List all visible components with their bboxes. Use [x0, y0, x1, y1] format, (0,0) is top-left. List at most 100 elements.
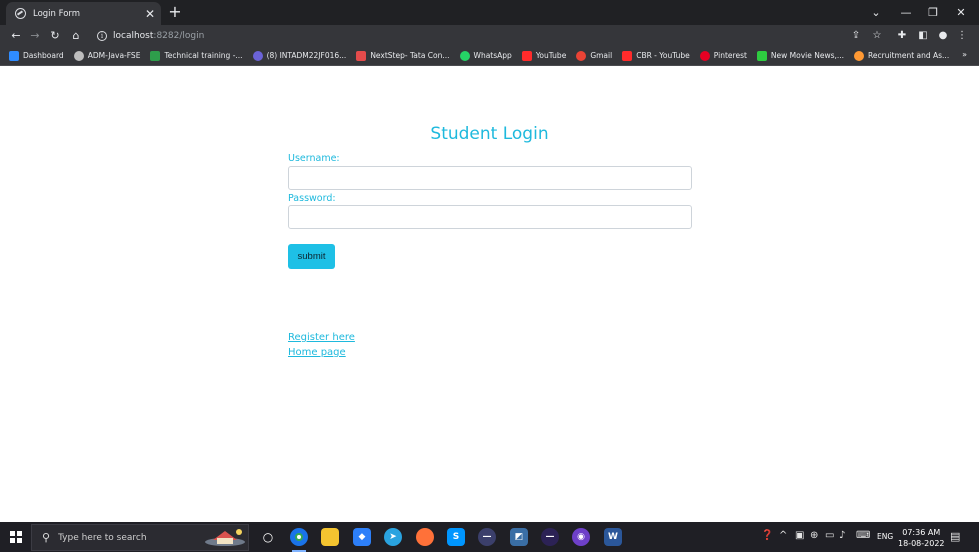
page-title: Student Login	[430, 124, 549, 144]
tab-login-form[interactable]: Login Form ✕	[6, 2, 161, 25]
clock-time: 07:36 AM	[902, 528, 941, 537]
bookmark-label: Recruitment and As...	[868, 51, 950, 60]
show-hidden-icons-chevron-icon[interactable]: ^	[779, 530, 787, 541]
system-clock[interactable]: 07:36 AM 18-08-2022	[898, 527, 945, 549]
close-tab-icon[interactable]: ✕	[145, 7, 155, 21]
menu-kebab-icon[interactable]: ⋮	[955, 28, 969, 42]
chrome-app-icon[interactable]	[290, 528, 308, 552]
bookmark-item[interactable]: Technical training -...	[150, 50, 243, 61]
tab-strip: Login Form ✕ + ⌄ — ❐ ✕	[0, 0, 979, 25]
bookmark-item[interactable]: Recruitment and As...	[854, 50, 950, 61]
bookmark-star-icon[interactable]: ☆	[870, 28, 884, 42]
restore-button[interactable]: ❐	[918, 2, 948, 22]
bookmark-label: Technical training -...	[164, 51, 243, 60]
bookmark-label: ADM-Java-FSE	[87, 51, 141, 60]
eclipse-ide-icon[interactable]: —	[541, 528, 559, 546]
bookmark-favicon-icon	[854, 50, 865, 61]
tray-app-icon[interactable]: ▣	[795, 530, 804, 541]
bookmark-favicon-icon	[9, 50, 19, 61]
network-globe-icon[interactable]: ⊕	[810, 530, 818, 541]
reload-button[interactable]: ↻	[47, 27, 63, 43]
bookmark-item[interactable]: NextStep- Tata Con...	[356, 50, 450, 61]
telegram-icon[interactable]: ➤	[384, 528, 402, 546]
help-icon[interactable]: ❓	[761, 530, 773, 541]
word-icon[interactable]: W	[604, 528, 622, 546]
username-input[interactable]	[288, 166, 692, 190]
bookmark-label: (8) INTADM22JF016...	[266, 51, 347, 60]
eclipse-icon[interactable]: —	[478, 528, 496, 546]
close-window-button[interactable]: ✕	[946, 2, 976, 22]
bookmark-favicon-icon	[73, 50, 84, 61]
task-view-icon[interactable]: ○	[259, 528, 277, 546]
weather-widget-icon[interactable]	[203, 527, 249, 547]
bookmark-item[interactable]: WhatsApp	[459, 50, 512, 61]
search-placeholder: Type here to search	[58, 532, 147, 543]
volume-icon[interactable]: ♪	[839, 530, 845, 541]
extensions-icon[interactable]: ✚	[895, 28, 909, 42]
bookmark-item[interactable]: Pinterest	[699, 50, 747, 61]
site-info-icon[interactable]: i	[97, 30, 107, 41]
language-indicator[interactable]: ENG	[877, 532, 893, 541]
search-icon: ⚲	[42, 531, 51, 544]
bookmark-item[interactable]: Gmail	[576, 50, 613, 61]
globe-icon	[15, 8, 26, 19]
home-button[interactable]: ⌂	[68, 27, 84, 43]
tab-search-icon[interactable]: ⌄	[861, 2, 891, 22]
bookmark-favicon-icon	[459, 50, 470, 61]
app-shield-icon[interactable]: ◆	[353, 528, 371, 546]
file-explorer-icon[interactable]	[321, 528, 339, 546]
bookmark-item[interactable]: YouTube	[521, 50, 567, 61]
database-tool-icon[interactable]: ◩	[510, 528, 528, 546]
bookmark-label: CBR - YouTube	[636, 51, 690, 60]
address-bar[interactable]: i localhost :8282/login	[91, 27, 849, 44]
bookmark-item[interactable]: New Movie News,...	[756, 50, 845, 61]
bookmark-label: Gmail	[590, 51, 613, 60]
page-content: Student Login Username: Password: submit…	[0, 66, 979, 522]
minimize-button[interactable]: —	[891, 2, 921, 22]
bookmark-label: YouTube	[535, 51, 567, 60]
bookmark-item[interactable]: (8) INTADM22JF016...	[252, 50, 347, 61]
url-host: localhost	[113, 30, 154, 41]
bookmark-favicon-icon	[622, 50, 633, 61]
browser-toolbar: ← → ↻ ⌂ i localhost :8282/login ⇪ ☆ ✚ ◧ …	[0, 25, 979, 46]
skype-icon[interactable]: S	[447, 528, 465, 546]
keyboard-icon[interactable]: ⌨	[856, 530, 870, 541]
battery-icon[interactable]: ▭	[825, 530, 834, 541]
url-path: :8282/login	[153, 30, 205, 41]
profile-icon[interactable]: ●	[936, 28, 950, 42]
register-link[interactable]: Register here	[288, 332, 355, 343]
bookmark-favicon-icon	[576, 50, 587, 61]
username-label: Username:	[288, 153, 340, 164]
bookmark-label: Dashboard	[23, 51, 64, 60]
windows-start-icon[interactable]	[10, 531, 22, 543]
bookmark-label: NextStep- Tata Con...	[370, 51, 450, 60]
password-label: Password:	[288, 193, 336, 204]
bookmark-item[interactable]: Dashboard	[9, 50, 64, 61]
firefox-icon[interactable]	[416, 528, 434, 546]
bookmark-favicon-icon	[356, 50, 367, 61]
bookmarks-bar: Dashboard ADM-Java-FSE Technical training …	[0, 46, 979, 66]
submit-button[interactable]: submit	[288, 244, 335, 269]
new-tab-button[interactable]: +	[166, 3, 184, 21]
password-input[interactable]	[288, 205, 692, 229]
forward-button[interactable]: →	[27, 27, 43, 43]
bookmark-favicon-icon	[150, 50, 161, 61]
side-panel-icon[interactable]: ◧	[916, 28, 930, 42]
bookmark-item[interactable]: ADM-Java-FSE	[73, 50, 141, 61]
bookmark-label: WhatsApp	[473, 51, 512, 60]
bookmark-label: New Movie News,...	[770, 51, 845, 60]
notifications-icon[interactable]: ▤	[950, 530, 960, 543]
share-icon[interactable]: ⇪	[849, 28, 863, 42]
tab-title: Login Form	[33, 8, 81, 19]
bookmark-item[interactable]: CBR - YouTube	[622, 50, 690, 61]
bookmarks-overflow-icon[interactable]: »	[962, 50, 967, 59]
github-desktop-icon[interactable]: ◉	[572, 528, 590, 546]
back-button[interactable]: ←	[8, 27, 24, 43]
taskbar: ⚲ Type here to search ○ ◆ ➤ S — ◩ — ◉ W …	[0, 522, 979, 552]
home-page-link[interactable]: Home page	[288, 347, 346, 358]
browser-window: Login Form ✕ + ⌄ — ❐ ✕ ← → ↻ ⌂ i localho…	[0, 0, 979, 522]
bookmark-favicon-icon	[252, 50, 263, 61]
bookmark-favicon-icon	[521, 50, 532, 61]
bookmark-favicon-icon	[756, 50, 767, 61]
bookmark-label: Pinterest	[713, 51, 747, 60]
